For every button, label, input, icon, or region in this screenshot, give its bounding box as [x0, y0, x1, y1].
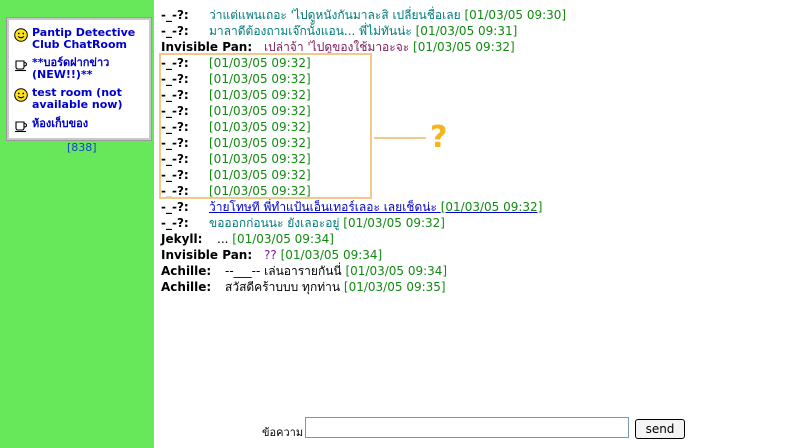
room-label[interactable]: Pantip Detective Club ChatRoom — [32, 27, 144, 51]
room-label[interactable]: test room (not available now) — [32, 87, 144, 111]
message-body: ว่าแต่แพนเถอะ 'ไปดูหนังกันมาละสิ เปลี่ยน… — [209, 8, 461, 22]
message-sender: Invisible Pan: — [161, 248, 253, 262]
message-body: --___-- เล่นอารายกันนี่ — [225, 264, 342, 278]
message-body: ว้ายโทษที พี่ทำแป้นเอ็นเทอร์เลอะ เลยเช็ด… — [209, 200, 437, 214]
room-list: Pantip Detective Club ChatRoom **บอร์ดฝา… — [6, 17, 152, 141]
room-item-news-board[interactable]: **บอร์ดฝากข่าว (NEW!!)** — [14, 57, 144, 81]
room-label[interactable]: ห้องเก็บของ — [32, 118, 144, 130]
message-timestamp: [01/03/05 09:30] — [464, 8, 567, 22]
message-body: ... — [217, 232, 229, 246]
message-text: ว่าแต่แพนเถอะ 'ไปดูหนังกันมาละสิ เปลี่ยน… — [209, 7, 566, 23]
room-item-storage[interactable]: ห้องเก็บของ — [14, 118, 144, 133]
message-sender: -_-?: — [161, 8, 189, 22]
message-sender: Achille: — [161, 264, 212, 278]
room-item-detective-club[interactable]: Pantip Detective Club ChatRoom — [14, 27, 144, 51]
send-button[interactable]: send — [635, 419, 685, 439]
message-timestamp: [01/03/05 09:34] — [345, 264, 448, 278]
user-count-link[interactable]: [838] — [67, 141, 97, 154]
smiley-icon — [14, 88, 28, 102]
message-timestamp: [01/03/05 09:31] — [415, 24, 518, 38]
message-body: สวัสดีคร้าบบบ ทุกท่าน — [225, 280, 341, 294]
message-sender: -_-?: — [161, 200, 189, 214]
room-label[interactable]: **บอร์ดฝากข่าว (NEW!!)** — [32, 57, 144, 81]
message-timestamp: [01/03/05 09:34] — [280, 248, 383, 262]
message-timestamp: [01/03/05 09:35] — [343, 280, 446, 294]
message-timestamp: [01/03/05 09:32] — [413, 40, 515, 54]
message-sender: -_-?: — [161, 216, 189, 230]
room-item-test-room[interactable]: test room (not available now) — [14, 87, 144, 111]
message-body: เปล่าจ้า 'ไปดูของใช้มาอะจะ — [264, 40, 410, 54]
message-text: --___-- เล่นอารายกันนี่ [01/03/05 09:34] — [225, 263, 447, 279]
smiley-icon — [14, 28, 28, 42]
message-text: มาลาดีต้องถามเจ๊กนั้งแอน... พี่ไม่ทันน่ะ… — [209, 23, 517, 39]
coffee-cup-icon — [15, 121, 28, 133]
sidebar: Pantip Detective Club ChatRoom **บอร์ดฝา… — [0, 0, 154, 448]
message-timestamp: [01/03/05 09:34] — [232, 232, 334, 246]
message-sender: -_-?: — [161, 24, 189, 38]
message-timestamp: [01/03/05 09:32] — [440, 200, 543, 214]
coffee-cup-icon — [15, 60, 28, 72]
message-text: ?? [01/03/05 09:34] — [264, 247, 382, 263]
message-label: ข้อความ — [262, 426, 304, 439]
message-body: ?? — [264, 248, 277, 262]
message-text: ... [01/03/05 09:34] — [217, 231, 334, 247]
question-mark-annotation: ? — [430, 120, 448, 155]
message-text: ว้ายโทษที พี่ทำแป้นเอ็นเทอร์เลอะ เลยเช็ด… — [209, 199, 542, 215]
message-input[interactable] — [305, 417, 629, 438]
message-sender: Jekyll: — [161, 232, 203, 246]
highlight-box — [159, 53, 372, 199]
message-sender: Achille: — [161, 280, 212, 294]
message-body: มาลาดีต้องถามเจ๊กนั้งแอน... พี่ไม่ทันน่ะ — [209, 24, 412, 38]
message-text: ขอออกก่อนนะ ยังเลอะอยู่ [01/03/05 09:32] — [209, 215, 445, 231]
message-timestamp: [01/03/05 09:32] — [343, 216, 445, 230]
message-body: ขอออกก่อนนะ ยังเลอะอยู่ — [209, 216, 340, 230]
message-text: สวัสดีคร้าบบบ ทุกท่าน [01/03/05 09:35] — [225, 279, 446, 295]
highlight-connector — [374, 137, 426, 139]
